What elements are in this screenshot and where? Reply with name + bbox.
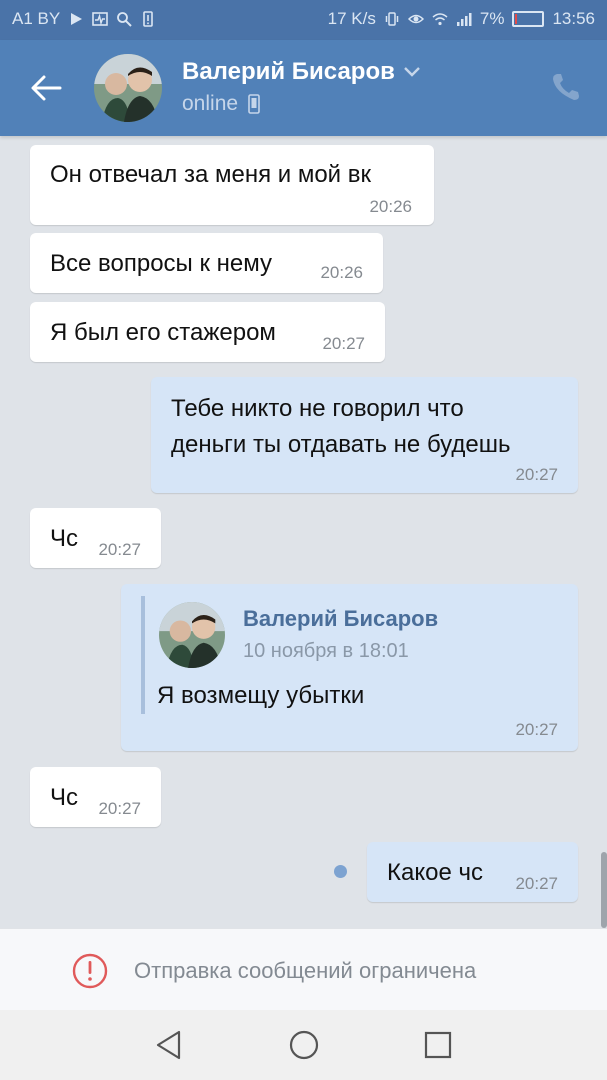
online-status-text: online (182, 92, 239, 115)
contact-name-text: Валерий Бисаров (182, 58, 395, 85)
message-bubble-incoming[interactable]: Я был его стажером 20:27 (30, 302, 385, 362)
nav-back-icon[interactable] (152, 1028, 186, 1062)
clock: 13:56 (552, 9, 595, 28)
notification-alert-icon (143, 11, 154, 27)
forwarded-sender-name[interactable]: Валерий Бисаров (243, 606, 438, 632)
forwarded-message-text: Я возмещу убытки (157, 682, 365, 709)
message-text: Все вопросы к нему (50, 250, 272, 277)
message-bubble-incoming[interactable]: Он отвечал за меня и мой вк 20:26 (30, 145, 434, 225)
message-list[interactable]: Он отвечал за меня и мой вк 20:26 Все во… (0, 136, 607, 928)
wifi-icon (432, 13, 448, 26)
message-bubble-incoming[interactable]: Чс 20:27 (30, 508, 161, 568)
vibrate-icon (385, 12, 399, 26)
message-text: Чс (50, 525, 78, 552)
message-time: 20:27 (515, 874, 558, 893)
message-bubble-outgoing[interactable]: Тебе никто не говорил что деньги ты отда… (151, 377, 578, 493)
activity-icon (92, 12, 109, 26)
nav-home-icon[interactable] (287, 1028, 321, 1062)
message-time: 20:26 (320, 263, 363, 282)
warning-circle-icon (72, 953, 108, 989)
contact-name[interactable]: Валерий Бисаров (182, 58, 421, 86)
eye-icon (407, 14, 424, 24)
message-text: Он отвечал за меня и мой вк (50, 161, 371, 188)
message-time: 20:27 (515, 465, 558, 484)
message-time: 20:26 (369, 197, 412, 216)
battery-percent: 7% (479, 9, 505, 28)
back-arrow-icon[interactable] (28, 70, 64, 106)
chevron-down-icon[interactable] (403, 66, 421, 78)
message-bubble-incoming[interactable]: Чс 20:27 (30, 767, 161, 827)
message-text-line-1: Тебе никто не говорил что (171, 395, 464, 422)
forward-quote-bar (141, 596, 145, 714)
message-text: Какое чс (387, 859, 483, 886)
message-time: 20:27 (515, 720, 558, 739)
play-icon (71, 13, 83, 25)
unread-indicator (334, 865, 347, 878)
message-time: 20:27 (98, 799, 141, 818)
contact-avatar[interactable] (94, 54, 162, 122)
message-bubble-incoming[interactable]: Все вопросы к нему 20:26 (30, 233, 383, 293)
status-bar: A1 BY 17 K/s 7% 13:56 (0, 0, 607, 40)
forwarded-date: 10 ноября в 18:01 (243, 640, 409, 662)
signal-icon (456, 13, 472, 26)
mobile-device-icon (248, 94, 260, 114)
chat-header: Валерий Бисаров online (0, 40, 607, 136)
nav-recents-icon[interactable] (421, 1028, 455, 1062)
forwarded-sender-avatar[interactable] (159, 602, 225, 668)
battery-icon (512, 11, 545, 27)
restriction-text: Отправка сообщений ограничена (134, 958, 477, 983)
carrier-label: A1 BY (12, 9, 61, 28)
message-bubble-outgoing[interactable]: Какое чс 20:27 (367, 842, 578, 902)
message-text-line-2: деньги ты отдавать не будешь (171, 431, 511, 458)
message-time: 20:27 (98, 540, 141, 559)
message-time: 20:27 (322, 334, 365, 353)
network-speed: 17 K/s (327, 9, 376, 28)
search-icon (117, 12, 132, 27)
messaging-restricted-bar: Отправка сообщений ограничена (0, 928, 607, 1010)
scrollbar[interactable] (601, 852, 607, 928)
contact-status: online (182, 92, 260, 116)
phone-call-icon[interactable] (549, 70, 583, 104)
message-text: Чс (50, 784, 78, 811)
message-text: Я был его стажером (50, 319, 276, 346)
system-navigation-bar (0, 1010, 607, 1080)
message-bubble-forwarded[interactable]: Валерий Бисаров 10 ноября в 18:01 Я возм… (121, 584, 578, 751)
